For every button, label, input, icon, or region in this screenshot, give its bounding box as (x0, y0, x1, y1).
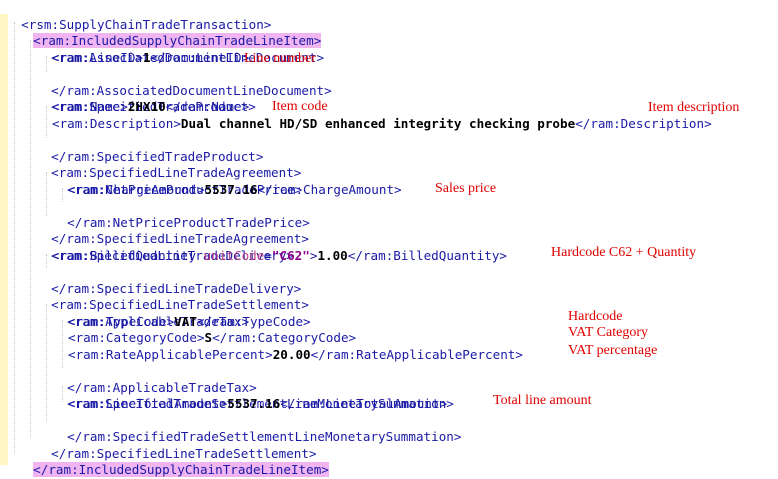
xml-value: 1.00 (317, 247, 348, 263)
xml-close-tag: </ram:Name> (165, 99, 250, 114)
xml-line[interactable]: <ram:LineTotalAmount>5537.16</ram:LineTo… (68, 396, 447, 413)
xml-value: 20.00 (272, 346, 311, 362)
xml-open-tag: <ram:LineTotalAmount> (68, 396, 228, 411)
xml-tag-highlighted: </ram:IncludedSupplyChainTradeLineItem> (33, 462, 329, 477)
xml-line-selected[interactable]: <ram:IncludedSupplyChainTradeLineItem> (18, 17, 322, 48)
xml-line[interactable]: <ram:CategoryCode>S</ram:CategoryCode> (68, 330, 356, 347)
xml-close-tag: </ram:TypeCode> (196, 313, 311, 329)
xml-attribute-value: "C62" (271, 247, 310, 263)
xml-line[interactable]: <ram:SpecifiedLineTradeAgreement> (36, 149, 301, 180)
annotation-sales-price: Sales price (435, 181, 497, 196)
xml-open-tag: <ram:BilledQuantity (52, 247, 204, 263)
xml-open-tag: <ram:Name> (52, 99, 128, 114)
xml-value: 2HX10 (127, 99, 166, 114)
annotation-vat-category: VAT Category (568, 325, 648, 340)
xml-line[interactable]: </ram:SpecifiedLineTradeAgreement> (36, 215, 309, 246)
xml-line[interactable]: </ram:SpecifiedLineTradeSettlement> (36, 429, 316, 461)
xml-value: S (204, 330, 213, 345)
xml-line[interactable]: <ram:AssociatedDocumentLineDocument> (36, 33, 324, 65)
xml-line[interactable]: </ram:NetPriceProductTradePrice> (52, 198, 310, 230)
xml-open-tag: <ram:Description> (52, 115, 181, 131)
xml-line[interactable]: <ram:SpecifiedLineTradeDelivery> (36, 231, 294, 263)
xml-close-tag: </ram:ChargeAmount> (257, 181, 402, 197)
xml-editor-screenshot: { "xml": { "l1": { "tag": "<rsm:SupplyCh… (0, 0, 778, 477)
xml-line[interactable]: <ram:SpecifiedTradeSettlementLineMonetar… (52, 380, 454, 411)
annotation-total-line-amount: Total line amount (493, 393, 592, 408)
xml-line[interactable]: <ram:BilledQuantity unitCode="C62">1.00<… (52, 248, 507, 265)
annotation-item-description: Item description (648, 100, 740, 115)
annotation-vat-percentage: VAT percentage (568, 343, 658, 358)
editor-gutter (0, 14, 8, 465)
annotation-hardcode: Hardcode (568, 309, 623, 324)
indent-guide (14, 22, 15, 454)
xml-line[interactable]: <ram:TypeCode>VAT</ram:TypeCode> (68, 314, 311, 331)
xml-open-tag: <ram:LineID> (52, 49, 143, 65)
xml-equals: = (264, 247, 272, 263)
xml-line[interactable]: <ram:ChargeAmount>5537.16</ram:ChargeAmo… (68, 182, 402, 199)
xml-line[interactable]: </ram:SpecifiedTradeProduct> (36, 132, 263, 164)
xml-line[interactable]: </ram:SpecifiedLineTradeDelivery> (36, 264, 301, 296)
xml-close-tag: </ram:LineID> (150, 49, 250, 65)
xml-line[interactable]: <ram:NetPriceProductTradePrice> (52, 165, 302, 197)
xml-open-tag: <ram:RateApplicablePercent> (68, 346, 273, 362)
xml-line[interactable]: </ram:ApplicableTradeTax> (52, 363, 257, 395)
xml-line[interactable]: <rsm:SupplyChainTradeTransaction> (6, 0, 271, 32)
xml-value: 1 (143, 49, 151, 65)
xml-line[interactable]: <ram:Name>2HX10</ram:Name> (52, 99, 249, 116)
xml-line[interactable]: </ram:AssociatedDocumentLineDocument> (36, 66, 332, 98)
indent-guide (46, 304, 47, 422)
xml-line[interactable]: <ram:Description>Dual channel HD/SD enha… (52, 116, 712, 133)
xml-open-tag: <ram:TypeCode> (68, 313, 175, 329)
xml-line[interactable]: <ram:SpecifiedLineTradeSettlement> (36, 281, 309, 312)
xml-value: 5537.16 (204, 181, 258, 197)
xml-value: 5537.16 (227, 396, 281, 411)
xml-value: Dual channel HD/SD enhanced integrity ch… (180, 115, 576, 131)
xml-attribute-name: unitCode (203, 247, 265, 263)
annotation-quantity: Hardcode C62 + Quantity (551, 245, 697, 260)
xml-open-tag: <ram:ChargeAmount> (68, 181, 205, 197)
annotation-line-number: Line number (244, 51, 316, 66)
xml-line[interactable]: <ram:LineID>1</ram:LineID> (52, 50, 249, 67)
xml-close-tag: </ram:LineTotalAmount> (280, 396, 448, 411)
xml-open-tag: <ram:CategoryCode> (68, 330, 205, 345)
xml-line-selected[interactable]: </ram:IncludedSupplyChainTradeLineItem> (18, 446, 329, 477)
xml-line[interactable]: <ram:ApplicableTradeTax> (52, 297, 249, 329)
xml-line[interactable]: <ram:RateApplicablePercent>20.00</ram:Ra… (68, 347, 523, 364)
indent-guide (30, 40, 31, 438)
xml-close-tag: </ram:Description> (575, 115, 712, 131)
xml-line[interactable]: </ram:SpecifiedTradeSettlementLineMoneta… (52, 413, 461, 444)
xml-close-tag: </ram:CategoryCode> (212, 330, 357, 345)
xml-value: VAT (174, 313, 197, 329)
xml-close-tag: </ram:RateApplicablePercent> (310, 346, 523, 362)
annotation-item-code: Item code (272, 99, 328, 114)
xml-close-tag: </ram:BilledQuantity> (347, 247, 508, 263)
xml-line[interactable]: <ram:SpecifiedTradeProduct> (36, 83, 256, 114)
